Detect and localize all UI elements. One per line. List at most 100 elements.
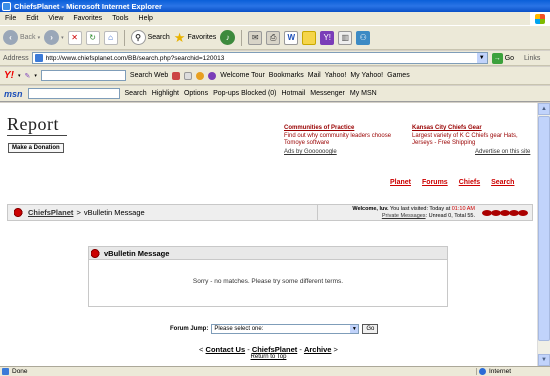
plus-icon[interactable]: [196, 71, 205, 80]
yahoo-button[interactable]: Yahoo!: [325, 72, 347, 79]
private-messages-link[interactable]: Private Messages: [382, 213, 426, 219]
options-button[interactable]: Options: [184, 90, 208, 97]
arrowhead-icon: [14, 208, 24, 217]
footer-bracket: >: [333, 345, 338, 354]
mail-icon[interactable]: ✉: [248, 30, 263, 45]
my-yahoo-button[interactable]: My Yahoo!: [350, 72, 383, 79]
yahoo-messenger-icon[interactable]: Y!: [320, 30, 335, 45]
standard-toolbar: ‹ Back ▾ › ▾ ✕ ↻ ⌂ ⚲ Search ★ Favorites …: [0, 26, 550, 50]
hotmail-button[interactable]: Hotmail: [282, 90, 306, 97]
menu-bar: File Edit View Favorites Tools Help: [0, 12, 550, 26]
discuss-icon[interactable]: [302, 30, 317, 45]
nav-forums[interactable]: Forums: [422, 179, 448, 186]
search-icon: ⚲: [130, 30, 146, 45]
print-icon[interactable]: ⎙: [266, 30, 281, 45]
home-icon[interactable]: ⌂: [103, 30, 118, 45]
forum-jump-label: Forum Jump:: [170, 326, 209, 332]
messenger-icon[interactable]: ⚇: [356, 30, 371, 45]
navbar: ChiefsPlanet > vBulletin Message Welcome…: [7, 204, 533, 221]
status-text: Done: [0, 368, 476, 375]
msn-toolbar: msn Search Highlight Options Pop-ups Blo…: [0, 86, 550, 102]
games-button[interactable]: Games: [387, 72, 410, 79]
refresh-icon[interactable]: ↻: [85, 30, 100, 45]
breadcrumb-current: vBulletin Message: [83, 208, 145, 217]
last-visited-time: 01:10 AM: [451, 206, 475, 212]
msn-search-button[interactable]: Search: [125, 90, 147, 97]
msn-search-input[interactable]: [27, 88, 120, 99]
nav-search[interactable]: Search: [491, 179, 514, 186]
security-zone: Internet: [476, 368, 550, 375]
toolbar-separator: [241, 29, 243, 46]
window-icon[interactable]: [184, 71, 193, 80]
ad-title[interactable]: Kansas City Chiefs Gear: [412, 125, 518, 133]
menu-view[interactable]: View: [43, 15, 68, 22]
popups-blocked-button[interactable]: Pop-ups Blocked (0): [213, 90, 276, 97]
forum-jump-select[interactable]: Please select one: ▼: [211, 324, 360, 334]
donate-button[interactable]: Make a Donation: [8, 143, 64, 153]
back-button[interactable]: ‹ Back ▾: [3, 30, 40, 45]
go-button[interactable]: → Go: [491, 52, 514, 64]
scroll-up-icon[interactable]: ▲: [538, 103, 550, 115]
page-content: Report Make a Donation Communities of Pr…: [0, 103, 537, 366]
flag-icon[interactable]: [172, 71, 181, 80]
my-msn-button[interactable]: My MSN: [350, 90, 377, 97]
footer-home-link[interactable]: ChiefsPlanet: [252, 345, 297, 354]
ad-communities[interactable]: Communities of Practice Find out why com…: [284, 125, 391, 148]
links-button[interactable]: Links: [524, 55, 540, 62]
nav-planet[interactable]: Planet: [390, 179, 411, 186]
chevron-down-icon: ▼: [350, 325, 359, 333]
advertise-link[interactable]: Advertise on this site: [475, 149, 530, 155]
chevron-down-icon[interactable]: ▾: [34, 73, 37, 79]
site-logo[interactable]: Report: [7, 114, 59, 135]
media-icon[interactable]: ♪: [220, 30, 236, 45]
ads-by-google-link[interactable]: Ads by Goooooogle: [284, 149, 337, 155]
mail-button[interactable]: Mail: [308, 72, 321, 79]
address-field[interactable]: http://www.chiefsplanet.com/BB/search.ph…: [31, 52, 488, 64]
yahoo-toolbar: Y! ▾ ✎ ▾ Search Web Welcome Tour Bookmar…: [0, 67, 550, 85]
favorites-button[interactable]: ★ Favorites: [174, 30, 216, 46]
menu-file[interactable]: File: [0, 15, 21, 22]
vertical-scrollbar[interactable]: ▲ ▼: [537, 103, 550, 366]
research-icon[interactable]: ▥: [338, 30, 353, 45]
windows-logo-icon: [530, 12, 550, 26]
return-to-top-link[interactable]: Return to Top: [0, 354, 537, 360]
yahoo-search-input[interactable]: [40, 70, 126, 81]
stop-icon[interactable]: ✕: [67, 30, 82, 45]
scroll-thumb[interactable]: [538, 116, 550, 341]
message-header: vBulletin Message: [89, 247, 447, 260]
edit-icon[interactable]: W: [284, 30, 299, 45]
forum-jump-go-button[interactable]: Go: [362, 324, 379, 334]
star-icon: ★: [173, 29, 186, 45]
pencil-icon[interactable]: ✎: [25, 72, 31, 80]
scroll-down-icon[interactable]: ▼: [538, 354, 550, 366]
search-web-button[interactable]: Search Web: [130, 72, 168, 79]
menu-help[interactable]: Help: [134, 15, 158, 22]
window-title: ChiefsPlanet - Microsoft Internet Explor…: [14, 1, 162, 11]
search-button[interactable]: ⚲ Search: [130, 30, 170, 45]
contact-us-link[interactable]: Contact Us: [206, 345, 246, 354]
messenger-button[interactable]: Messenger: [310, 90, 345, 97]
forum-jump: Forum Jump: Please select one: ▼ Go: [170, 324, 379, 334]
nav-chiefs[interactable]: Chiefs: [459, 179, 480, 186]
breadcrumb-home[interactable]: ChiefsPlanet: [28, 208, 73, 217]
page-icon: [34, 54, 43, 62]
bookmarks-button[interactable]: Bookmarks: [269, 72, 304, 79]
highlight-button[interactable]: Highlight: [152, 90, 179, 97]
ad-text: Tomoye software: [284, 140, 330, 146]
ad-title[interactable]: Communities of Practice: [284, 125, 391, 133]
message-title: vBulletin Message: [104, 248, 170, 258]
footer-bracket: <: [199, 345, 204, 354]
msn-logo[interactable]: msn: [4, 89, 23, 99]
menu-edit[interactable]: Edit: [21, 15, 43, 22]
menu-favorites[interactable]: Favorites: [68, 15, 107, 22]
forward-button[interactable]: › ▾: [44, 30, 64, 45]
chevron-down-icon[interactable]: ▼: [476, 53, 487, 63]
footer-dash: -: [247, 345, 250, 354]
chevron-down-icon[interactable]: ▾: [18, 73, 21, 79]
yahoo-logo[interactable]: Y!: [4, 70, 14, 81]
welcome-tour-button[interactable]: Welcome Tour: [220, 72, 264, 79]
menu-tools[interactable]: Tools: [107, 15, 133, 22]
archive-link[interactable]: Archive: [304, 345, 332, 354]
info-icon[interactable]: [208, 71, 217, 80]
ad-chiefs-gear[interactable]: Kansas City Chiefs Gear Largest variety …: [412, 125, 518, 148]
